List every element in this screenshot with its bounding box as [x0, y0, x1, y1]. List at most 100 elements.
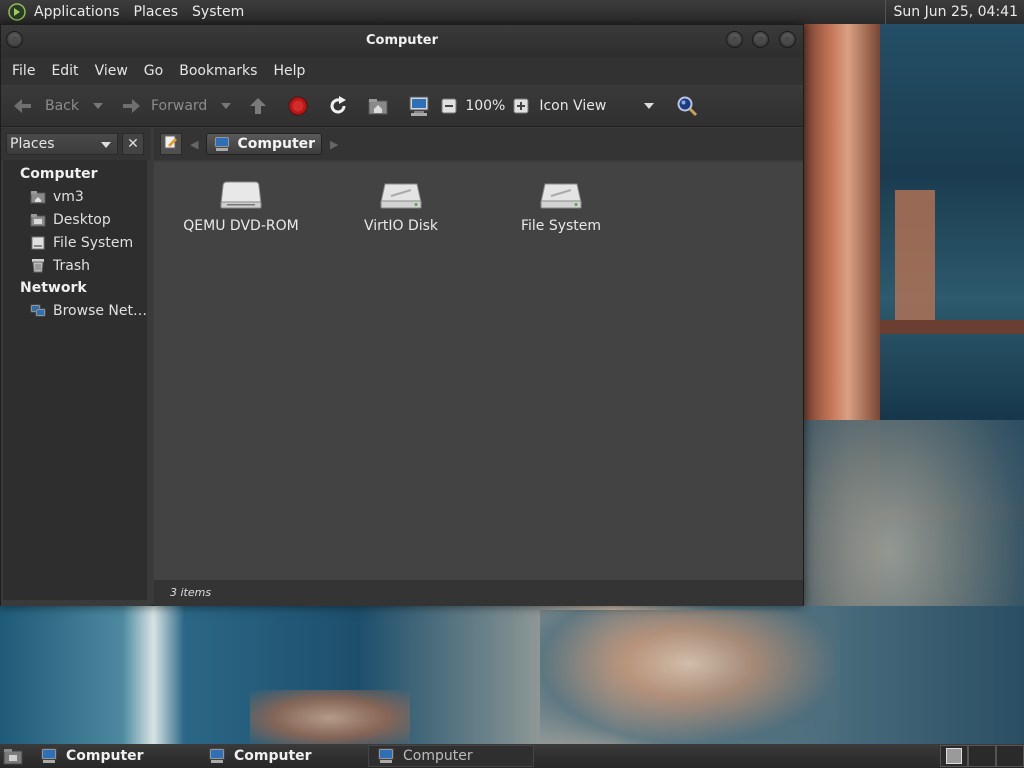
- stop-icon[interactable]: [287, 95, 309, 117]
- view-mode-dropdown-icon[interactable]: [644, 102, 655, 109]
- sidebar-item-trash[interactable]: Trash: [3, 254, 147, 277]
- home-icon[interactable]: [367, 96, 389, 116]
- menu-view[interactable]: View: [87, 63, 136, 79]
- menu-file[interactable]: File: [4, 63, 43, 79]
- status-bar: 3 items: [154, 580, 803, 606]
- optical-drive-icon: [176, 172, 306, 210]
- file-item-virtio-disk[interactable]: VirtIO Disk: [336, 172, 466, 234]
- forward-history-dropdown[interactable]: [221, 102, 232, 109]
- back-history-dropdown[interactable]: [93, 102, 103, 109]
- taskbar-item-computer-3[interactable]: Computer: [368, 745, 534, 767]
- breadcrumb-computer[interactable]: Computer: [206, 133, 323, 155]
- drive-icon: [30, 235, 46, 251]
- search-icon[interactable]: [676, 95, 698, 117]
- file-label: VirtIO Disk: [363, 218, 439, 234]
- clock[interactable]: Sun Jun 25, 04:41: [884, 0, 1018, 24]
- show-desktop-icon[interactable]: [2, 745, 24, 767]
- zoom-in-icon[interactable]: [513, 98, 529, 114]
- sidebar-item-label: File System: [53, 234, 134, 251]
- chevron-down-icon: [101, 142, 111, 148]
- window-title: Computer: [365, 33, 439, 48]
- home-folder-icon: [30, 189, 46, 205]
- forward-label: Forward: [151, 97, 208, 114]
- sidebar-item-label: Trash: [53, 257, 90, 274]
- taskbar-item-computer-2[interactable]: Computer: [200, 745, 366, 767]
- places-menu[interactable]: Places: [134, 4, 179, 20]
- desktop-folder-icon: [30, 212, 46, 228]
- sidebar-item-vm3[interactable]: vm3: [3, 185, 147, 208]
- workspace-switcher: [940, 744, 1024, 768]
- taskbar-item-label: Computer: [66, 748, 144, 764]
- sidebar-close-button[interactable]: ✕: [122, 133, 144, 155]
- maximize-button[interactable]: [752, 31, 769, 48]
- sidebar-item-label: Desktop: [53, 211, 111, 228]
- sidebar-item-label: Browse Net…: [53, 302, 147, 319]
- menu-help[interactable]: Help: [265, 63, 313, 79]
- back-button[interactable]: Back: [11, 85, 79, 126]
- zoom-out-icon[interactable]: [441, 98, 457, 114]
- crumb-right-arrow-icon[interactable]: ▶: [330, 138, 338, 151]
- taskbar-item-label: Computer: [403, 748, 473, 764]
- file-label: File System: [520, 218, 602, 234]
- icon-view[interactable]: QEMU DVD-ROM VirtIO Disk File System: [154, 162, 803, 580]
- forward-button[interactable]: Forward: [119, 85, 207, 126]
- applications-menu[interactable]: Applications: [34, 4, 120, 20]
- close-button[interactable]: [779, 31, 796, 48]
- taskbar-item-label: Computer: [234, 748, 312, 764]
- menu-edit[interactable]: Edit: [43, 63, 86, 79]
- menubar: File Edit View Go Bookmarks Help: [1, 57, 803, 85]
- places-list: Computer vm3 Desktop File System Trash N…: [3, 160, 147, 600]
- breadcrumb-label: Computer: [237, 136, 316, 152]
- view-mode-select[interactable]: Icon View: [539, 98, 606, 114]
- computer-icon: [208, 748, 226, 764]
- file-item-qemu-dvd-rom[interactable]: QEMU DVD-ROM: [176, 172, 306, 234]
- location-bar: ◀ Computer ▶: [154, 128, 803, 160]
- zoom-level[interactable]: 100%: [465, 98, 505, 114]
- distro-logo-icon[interactable]: [7, 2, 27, 22]
- computer-icon: [377, 748, 395, 764]
- menu-go[interactable]: Go: [136, 63, 171, 79]
- titlebar[interactable]: Computer: [1, 25, 803, 57]
- sidebar: Places ✕ Computer vm3 Desktop File Syste…: [1, 128, 151, 606]
- sidebar-selector-label: Places: [10, 136, 55, 152]
- toolbar: Back Forward 100% Icon View: [1, 85, 803, 127]
- sidebar-item-browse-network[interactable]: Browse Net…: [3, 299, 147, 322]
- trash-icon: [30, 258, 46, 274]
- workspace-2[interactable]: [968, 745, 996, 767]
- file-item-file-system[interactable]: File System: [496, 172, 626, 234]
- network-icon: [30, 303, 46, 319]
- up-arrow-icon[interactable]: [247, 95, 269, 117]
- workspace-1[interactable]: [940, 745, 968, 767]
- taskbar-item-computer-1[interactable]: Computer: [32, 745, 198, 767]
- close-icon: ✕: [127, 136, 139, 152]
- file-label: QEMU DVD-ROM: [183, 218, 299, 234]
- sidebar-item-desktop[interactable]: Desktop: [3, 208, 147, 231]
- file-manager-window: Computer File Edit View Go Bookmarks Hel…: [0, 24, 804, 606]
- hard-disk-icon: [336, 172, 466, 210]
- sidebar-item-label: vm3: [53, 188, 84, 205]
- section-network: Network: [20, 280, 87, 296]
- content-pane: ◀ Computer ▶ QEMU DVD-ROM VirtIO Disk Fi…: [154, 128, 803, 606]
- back-label: Back: [45, 97, 79, 114]
- minimize-button[interactable]: [726, 31, 743, 48]
- computer-icon: [213, 136, 231, 152]
- workspace-window-icon: [946, 748, 962, 764]
- reload-icon[interactable]: [327, 95, 349, 117]
- forward-arrow-icon: [119, 96, 143, 116]
- window-body: Places ✕ Computer vm3 Desktop File Syste…: [1, 128, 803, 606]
- computer-icon[interactable]: [407, 95, 431, 117]
- crumb-left-arrow-icon[interactable]: ◀: [190, 138, 198, 151]
- system-menu[interactable]: System: [192, 4, 244, 20]
- sidebar-header: Places ✕: [1, 128, 151, 160]
- hard-disk-icon: [496, 172, 626, 210]
- workspace-3[interactable]: [996, 745, 1024, 767]
- computer-icon: [40, 748, 58, 764]
- toggle-location-entry-button[interactable]: [160, 133, 182, 155]
- top-panel: Applications Places System Sun Jun 25, 0…: [0, 0, 1024, 24]
- sidebar-item-file-system[interactable]: File System: [3, 231, 147, 254]
- back-arrow-icon: [11, 96, 35, 116]
- menu-bookmarks[interactable]: Bookmarks: [171, 63, 265, 79]
- section-computer: Computer: [20, 166, 98, 182]
- edit-icon: [164, 135, 178, 153]
- sidebar-selector[interactable]: Places: [6, 133, 118, 155]
